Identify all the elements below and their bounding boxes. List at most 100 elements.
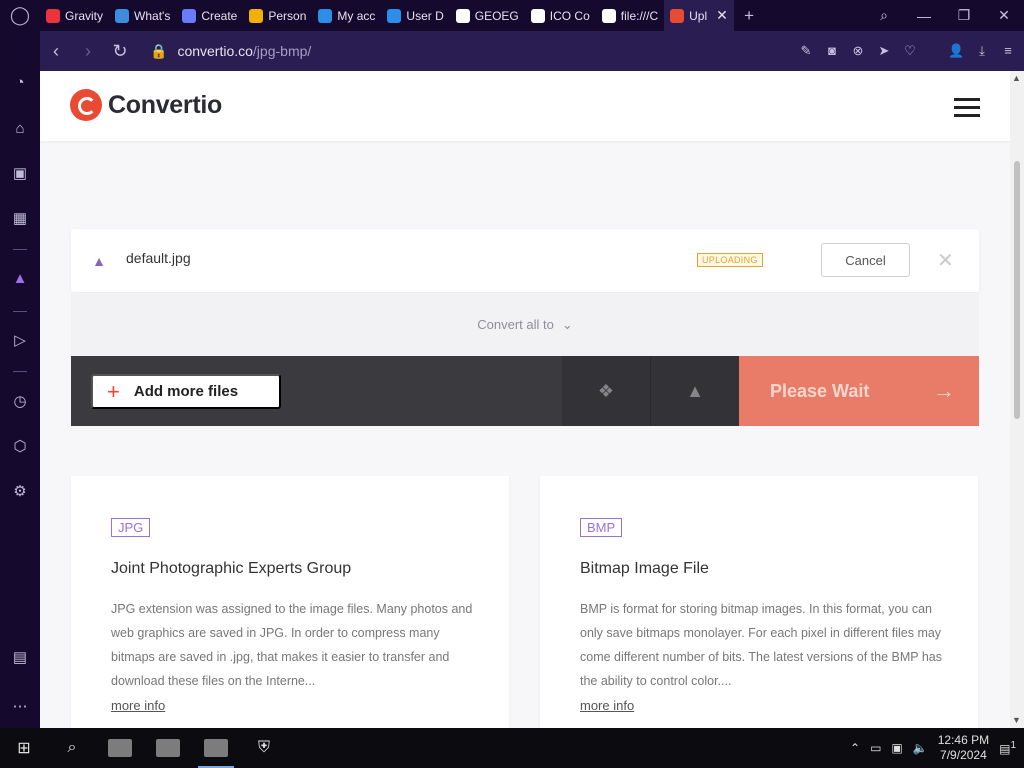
- file-row: ▲ default.jpg UPLOADING Cancel ✕: [71, 229, 979, 292]
- browser-tab[interactable]: User D: [381, 0, 449, 31]
- start-button[interactable]: ⊞: [0, 728, 48, 768]
- notification-count: 1: [1010, 740, 1016, 751]
- taskbar-app-1[interactable]: [96, 728, 144, 768]
- more-icon[interactable]: ⋯: [10, 697, 30, 717]
- format-card-bmp: BMP Bitmap Image File BMP is format for …: [540, 476, 978, 728]
- tab-favicon-icon: [601, 8, 616, 23]
- more-info-link[interactable]: more info: [580, 698, 634, 713]
- format-title: Bitmap Image File: [580, 560, 709, 577]
- browser-tab[interactable]: Person: [243, 0, 312, 31]
- tab-label: GEOEG: [474, 8, 519, 23]
- history-icon[interactable]: ◷: [10, 392, 30, 412]
- tab-favicon-icon: [46, 8, 60, 23]
- tab-favicon-icon: [249, 8, 264, 23]
- messenger-icon[interactable]: ▦: [10, 209, 30, 229]
- address-bar: ‹ › ↻ 🔒 convertio.co/jpg-bmp/ ✎ ◙ ⊗ ➤ ♡ …: [40, 31, 1024, 71]
- network-icon[interactable]: ▣: [891, 741, 902, 755]
- browser-sidebar: ◔ ⌂ ▣ ▦ ▲ ▷ ◷ ⬡ ⚙ ▤ ⋯: [0, 31, 40, 728]
- edit-icon[interactable]: ✎: [798, 43, 814, 59]
- add-more-files-button[interactable]: + Add more files: [91, 374, 281, 409]
- show-hidden-icons-icon[interactable]: ⌃: [850, 741, 860, 755]
- player-icon[interactable]: ▷: [10, 331, 30, 351]
- lock-icon: 🔒: [150, 42, 168, 59]
- browser-tab[interactable]: What's: [109, 0, 176, 31]
- tab-label: User D: [406, 8, 444, 23]
- browser-tab[interactable]: file:///C: [596, 0, 664, 31]
- scroll-down-icon[interactable]: ▼: [1012, 715, 1021, 725]
- reload-button[interactable]: ↻: [104, 41, 136, 62]
- forward-button[interactable]: ›: [72, 41, 104, 62]
- tab-label: My acc: [337, 8, 376, 23]
- page-scrollbar[interactable]: ▲ ▼: [1010, 71, 1024, 728]
- browser-tab[interactable]: Gravity: [40, 0, 109, 31]
- google-drive-button[interactable]: ▲: [650, 356, 739, 426]
- dropbox-icon: ❖: [597, 380, 615, 401]
- more-info-link[interactable]: more info: [111, 698, 165, 713]
- format-title: Joint Photographic Experts Group: [111, 560, 352, 577]
- settings-icon[interactable]: ⚙: [10, 482, 30, 502]
- adblock-icon[interactable]: ⊗: [850, 43, 866, 59]
- meet-now-icon[interactable]: ▭: [870, 741, 881, 755]
- heart-icon[interactable]: ♡: [902, 43, 918, 59]
- new-tab-button[interactable]: +: [734, 6, 764, 26]
- dropbox-button[interactable]: ❖: [562, 356, 650, 426]
- action-bar: + Add more files ❖ ▲ Please Wait →: [71, 356, 979, 426]
- browser-tab[interactable]: ICO Co: [525, 0, 596, 31]
- close-tab-icon[interactable]: ✕: [716, 7, 728, 24]
- speed-dial-icon[interactable]: ◔: [10, 73, 30, 93]
- browser-tab[interactable]: My acc: [312, 0, 381, 31]
- minimize-button[interactable]: —: [904, 8, 944, 24]
- send-icon[interactable]: ➤: [876, 43, 892, 59]
- logo-mark-icon: [70, 89, 102, 121]
- tab-label: Upl: [689, 8, 708, 23]
- convertio-logo[interactable]: Convertio: [70, 89, 222, 121]
- google-drive-icon: ▲: [686, 380, 704, 401]
- search-icon[interactable]: ⌕: [48, 728, 96, 768]
- camera-icon[interactable]: ◙: [824, 43, 840, 59]
- scroll-up-icon[interactable]: ▲: [1012, 73, 1021, 83]
- aria-icon[interactable]: ▲: [10, 269, 30, 289]
- scroll-thumb[interactable]: [1014, 161, 1020, 419]
- arrow-right-icon: →: [933, 378, 955, 403]
- clock[interactable]: 12:46 PM 7/9/2024: [938, 733, 989, 763]
- remove-file-icon[interactable]: ✕: [937, 248, 954, 273]
- tab-favicon-icon: [530, 8, 545, 23]
- taskbar-app-3[interactable]: [192, 728, 240, 768]
- convert-all-dropdown[interactable]: Convert all to ⌄: [71, 293, 979, 356]
- download-icon[interactable]: ⤓: [974, 43, 990, 59]
- tab-favicon-icon: [115, 8, 130, 23]
- taskbar-app-2[interactable]: [144, 728, 192, 768]
- twitch-icon[interactable]: ▣: [10, 164, 30, 184]
- format-description: BMP is format for storing bitmap images.…: [580, 602, 942, 688]
- opera-menu-icon[interactable]: ◯: [0, 0, 40, 31]
- cancel-button[interactable]: Cancel: [821, 243, 910, 277]
- browser-tab[interactable]: Create: [176, 0, 243, 31]
- notifications-icon[interactable]: ▤1: [999, 740, 1016, 756]
- extensions-icon[interactable]: ⌂: [10, 119, 30, 139]
- close-window-button[interactable]: ✕: [984, 7, 1024, 24]
- image-file-icon: ▲: [92, 253, 106, 269]
- status-badge: UPLOADING: [697, 253, 763, 267]
- plus-icon: +: [107, 378, 120, 404]
- please-wait-button[interactable]: Please Wait →: [739, 356, 979, 426]
- tab-label: Person: [268, 8, 307, 23]
- restore-button[interactable]: ❐: [944, 7, 984, 24]
- easy-setup-icon[interactable]: ≡: [1000, 43, 1016, 59]
- convert-all-label: Convert all to: [477, 317, 554, 332]
- hamburger-menu-icon[interactable]: [954, 98, 980, 117]
- tab-favicon-icon: [387, 8, 402, 23]
- search-tabs-icon[interactable]: ⌕: [864, 7, 904, 24]
- cube-icon[interactable]: ⬡: [10, 437, 30, 457]
- back-button[interactable]: ‹: [40, 41, 72, 62]
- url-field[interactable]: 🔒 convertio.co/jpg-bmp/: [150, 43, 311, 60]
- gallery-icon[interactable]: ▤: [10, 648, 30, 668]
- url-path: /jpg-bmp/: [252, 43, 312, 59]
- tab-favicon-icon: [318, 8, 333, 23]
- profile-icon[interactable]: 👤: [948, 43, 964, 59]
- browser-tab[interactable]: GEOEG: [450, 0, 525, 31]
- tab-label: What's: [134, 8, 171, 23]
- browser-tab[interactable]: Upl ✕: [664, 0, 735, 31]
- volume-icon[interactable]: 🔈: [913, 741, 928, 755]
- security-shield-icon[interactable]: ⛨: [240, 728, 288, 768]
- system-tray: ⌃ ▭ ▣ 🔈 12:46 PM 7/9/2024 ▤1: [850, 733, 1024, 763]
